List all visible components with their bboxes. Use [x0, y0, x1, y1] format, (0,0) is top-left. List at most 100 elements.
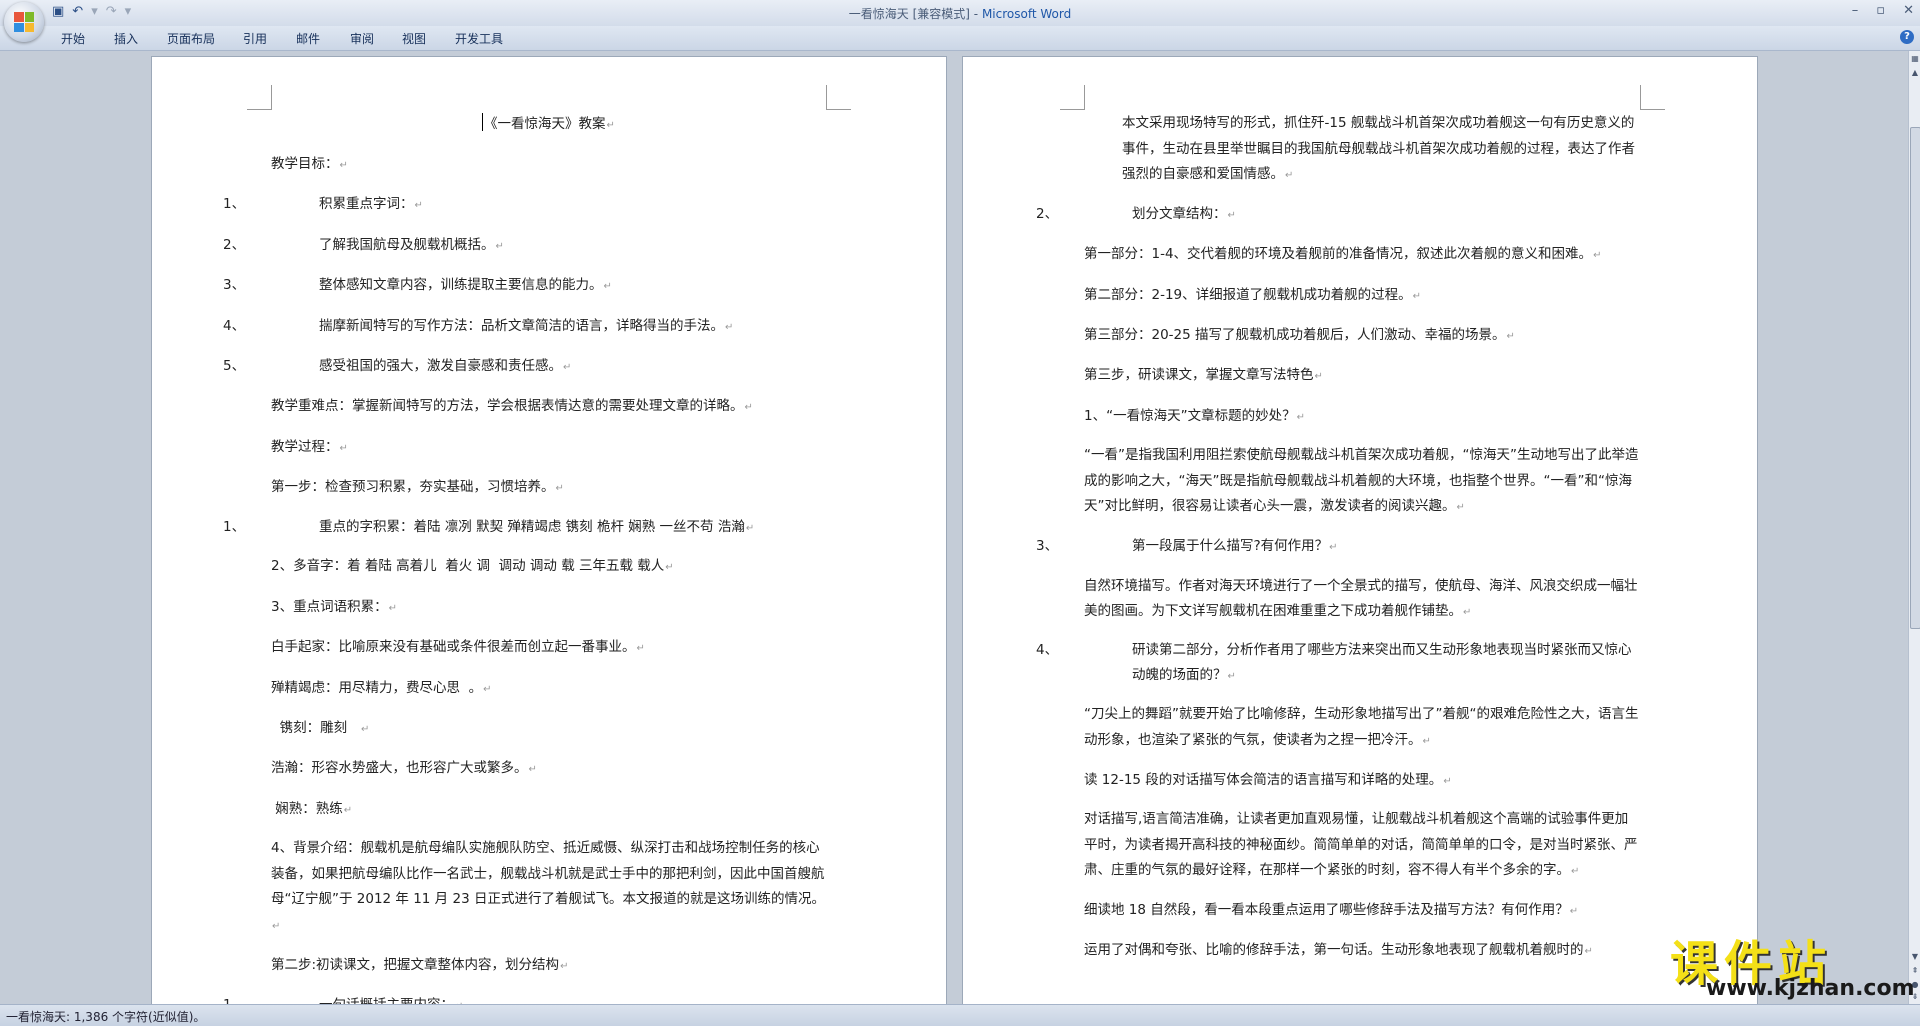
- paragraph: 2、 划分文章结构：↵: [1036, 201, 1640, 229]
- minimize-icon[interactable]: –: [1852, 3, 1859, 18]
- paragraph: 对话描写,语言简洁准确，让读者更加直观易懂，让舰载战斗机着舰这个高端的试验事件更…: [1084, 807, 1640, 885]
- list-item-text: 一句话概括主要内容：: [319, 997, 454, 1004]
- paragraph-text: 教学重难点：掌握新闻特写的方法，学会根据表情达意的需要处理文章的详略。: [271, 398, 744, 415]
- document-name: 一看惊海天 [兼容模式]: [848, 7, 970, 21]
- paragraph-mark: ↵: [339, 442, 348, 454]
- paragraph-text: 第一部分：1-4、交代着舰的环境及着舰前的准备情况，叙述此次着舰的意义和困难。: [1084, 246, 1593, 263]
- paragraph-mark: ↵: [563, 361, 572, 373]
- paragraph: 4、 揣摩新闻特写的写作方法：品析文章简洁的语言，详略得当的手法。↵: [223, 313, 826, 341]
- paragraph: “刀尖上的舞蹈”就要开始了比喻修辞，生动形象地描写出了”着舰“的艰难危险性之大，…: [1084, 702, 1640, 754]
- status-bar: 一看惊海天: 1,386 个字符(近似值)。: [0, 1004, 1920, 1026]
- paragraph-text: 教学过程：: [271, 438, 339, 455]
- left-page-text[interactable]: 《一看惊海天》教案↵ 教学目标：↵ 1、 积累重点字词：↵ 2、 了解我国航母及舰载机概…: [223, 111, 826, 1004]
- ribbon-tab-bar: 开始 插入 页面布局 引用 邮件 审阅 视图 开发工具 ?: [0, 26, 1920, 51]
- scroll-down-icon[interactable]: ▼: [1910, 951, 1920, 963]
- paragraph-mark: ↵: [388, 602, 397, 614]
- paragraph-mark: ↵: [1227, 671, 1236, 683]
- list-number: 3、: [223, 277, 246, 294]
- paragraph: 4、背景介绍：舰载机是航母编队实施舰队防空、抵近威慑、纵深打击和战场控制任务的核…: [271, 836, 826, 939]
- paragraph: 殚精竭虑：用尽精力，费尽心思 。↵: [271, 675, 826, 703]
- paragraph: 1、 积累重点字词：↵: [223, 191, 826, 219]
- paragraph: 教学目标：↵: [271, 151, 826, 179]
- paragraph: 第一部分：1-4、交代着舰的环境及着舰前的准备情况，叙述此次着舰的意义和困难。↵: [1084, 241, 1640, 269]
- paragraph-mark: ↵: [603, 281, 612, 293]
- paragraph-mark: ↵: [744, 402, 753, 414]
- paragraph-mark: ↵: [725, 321, 734, 333]
- scroll-up-icon[interactable]: ▲: [1910, 67, 1920, 79]
- paragraph-text: “刀尖上的舞蹈”就要开始了比喻修辞，生动形象地描写出了”着舰“的艰难危险性之大，…: [1084, 706, 1639, 748]
- list-item-text: 划分文章结构：: [1132, 205, 1227, 222]
- paragraph-mark: ↵: [665, 562, 674, 574]
- paragraph-text: 细读地 18 自然段，看一看本段重点运用了哪些修辞手法及描写方法？有何作用？: [1084, 901, 1569, 918]
- paragraph-mark: ↵: [1314, 371, 1323, 383]
- watermark-url: www.kjzhan.com: [1706, 976, 1915, 1001]
- document-title-text: 《一看惊海天》教案: [484, 116, 606, 132]
- paragraph-mark: ↵: [528, 764, 537, 776]
- window-title: 一看惊海天 [兼容模式] - Microsoft Word: [0, 5, 1920, 22]
- paragraph: 教学过程：↵: [271, 434, 826, 462]
- paragraph: 1、 重点的字积累：着陆 凛冽 默契 殚精竭虑 镌刻 桅杆 娴熟 一丝不苟 浩瀚↵: [223, 515, 826, 542]
- list-item-text: 重点的字积累：着陆 凛冽 默契 殚精竭虑 镌刻 桅杆 娴熟 一丝不苟 浩瀚: [319, 518, 745, 535]
- app-name: Microsoft Word: [981, 7, 1072, 21]
- paragraph: 2、多音字：着 着陆 高着儿 着火 调 调动 调动 载 三年五载 载人↵: [271, 553, 826, 581]
- paragraph-text: 教学目标：: [271, 156, 339, 172]
- tab-insert[interactable]: 插入: [114, 30, 138, 47]
- list-item-text: 整体感知文章内容，训练提取主要信息的能力。: [319, 277, 603, 294]
- paragraph-mark: ↵: [1571, 866, 1580, 878]
- paragraph-text: 殚精竭虑：用尽精力，费尽心思 。: [271, 679, 483, 696]
- paragraph: 1、“一看惊海天”文章标题的妙处？↵: [1084, 403, 1640, 431]
- close-icon[interactable]: ✕: [1903, 3, 1914, 18]
- paragraph: 1、一句话概括主要内容：↵: [223, 992, 826, 1004]
- paragraph-mark: ↵: [1296, 411, 1305, 423]
- page-right[interactable]: 本文采用现场特写的形式，抓住歼-15 舰载战斗机首架次成功着舰这一句有历史意义的…: [963, 57, 1757, 1004]
- paragraph: 浩瀚：形容水势盛大，也形容广大或繁多。↵: [271, 755, 826, 783]
- scroll-thumb[interactable]: [1910, 127, 1920, 629]
- tab-developer[interactable]: 开发工具: [455, 30, 503, 47]
- paragraph-text: 第三步，研读课文，掌握文章写法特色: [1084, 367, 1314, 384]
- paragraph-mark: ↵: [1593, 250, 1602, 262]
- word-count-status[interactable]: 一看惊海天: 1,386 个字符(近似值)。: [6, 1008, 205, 1025]
- paragraph-mark: ↵: [495, 240, 504, 252]
- list-item-text: 了解我国航母及舰载机概括。: [319, 236, 495, 253]
- paragraph-text: 浩瀚：形容水势盛大，也形容广大或繁多。: [271, 760, 528, 777]
- office-button[interactable]: [4, 2, 44, 42]
- tab-references[interactable]: 引用: [243, 30, 267, 47]
- tab-home[interactable]: 开始: [61, 30, 85, 47]
- ruler-toggle-icon[interactable]: ▦: [1910, 53, 1920, 65]
- paragraph-text: 读 12-15 段的对话描写体会简洁的语言描写和详略的处理。: [1084, 771, 1443, 788]
- paragraph: 本文采用现场特写的形式，抓住歼-15 舰载战斗机首架次成功着舰这一句有历史意义的…: [1084, 111, 1640, 189]
- title-separator: -: [969, 7, 982, 21]
- paragraph: 第一步：检查预习积累，夯实基础，习惯培养。↵: [271, 474, 826, 502]
- paragraph-text: 娴熟：熟练: [271, 800, 343, 817]
- list-item-text: 第一段属于什么描写?有何作用？: [1132, 538, 1329, 555]
- tab-page-layout[interactable]: 页面布局: [167, 30, 215, 47]
- crop-mark-top-left: [247, 85, 272, 110]
- paragraph-mark: ↵: [1422, 735, 1431, 747]
- list-number: 2、: [223, 236, 246, 253]
- vertical-scrollbar[interactable]: ▦ ▲ ▼ ⇞ ● ⇟: [1908, 51, 1920, 1004]
- tab-review[interactable]: 审阅: [350, 30, 374, 47]
- paragraph-text: 本文采用现场特写的形式，抓住歼-15 舰载战斗机首架次成功着舰这一句有历史意义的…: [1122, 115, 1635, 182]
- paragraph-mark: ↵: [414, 200, 423, 212]
- help-icon[interactable]: ?: [1900, 30, 1914, 44]
- paragraph-mark: ↵: [1569, 905, 1579, 917]
- list-number: 1、: [223, 992, 319, 1004]
- window-controls: – ▫ ✕: [1852, 3, 1914, 18]
- list-item-text: 积累重点字词：: [319, 196, 414, 213]
- tab-view[interactable]: 视图: [402, 30, 426, 47]
- maximize-icon[interactable]: ▫: [1876, 3, 1885, 18]
- title-bar: ▣ ↶ ▾ ↷ ▾ 一看惊海天 [兼容模式] - Microsoft Word …: [0, 0, 1920, 42]
- tab-mailings[interactable]: 邮件: [296, 30, 320, 47]
- right-page-text[interactable]: 本文采用现场特写的形式，抓住歼-15 舰载战斗机首架次成功着舰这一句有历史意义的…: [1036, 111, 1640, 978]
- text-cursor: [482, 113, 484, 131]
- paragraph-mark: ↵: [1412, 290, 1422, 302]
- paragraph-text: 运用了对偶和夸张、比喻的修辞手法，第一句话。生动形象地表现了舰载机着舰时的: [1084, 942, 1584, 959]
- paragraph: 3、 整体感知文章内容，训练提取主要信息的能力。↵: [223, 272, 826, 300]
- site-watermark: 课件站 www.kjzhan.com: [1670, 924, 1915, 1004]
- paragraph-text: 第三部分：20-25 描写了舰载机成功着舰后，人们激动、幸福的场景。: [1084, 327, 1506, 344]
- paragraph-mark: ↵: [360, 723, 370, 735]
- paragraph-text: 白手起家：比喻原来没有基础或条件很差而创立起一番事业。: [271, 639, 636, 656]
- crop-mark-top-left: [1060, 85, 1085, 110]
- paragraph-text: 第二步:初读课文，把握文章整体内容，划分结构: [271, 956, 560, 973]
- page-left[interactable]: 《一看惊海天》教案↵ 教学目标：↵ 1、 积累重点字词：↵ 2、 了解我国航母及舰载机概…: [152, 57, 946, 1004]
